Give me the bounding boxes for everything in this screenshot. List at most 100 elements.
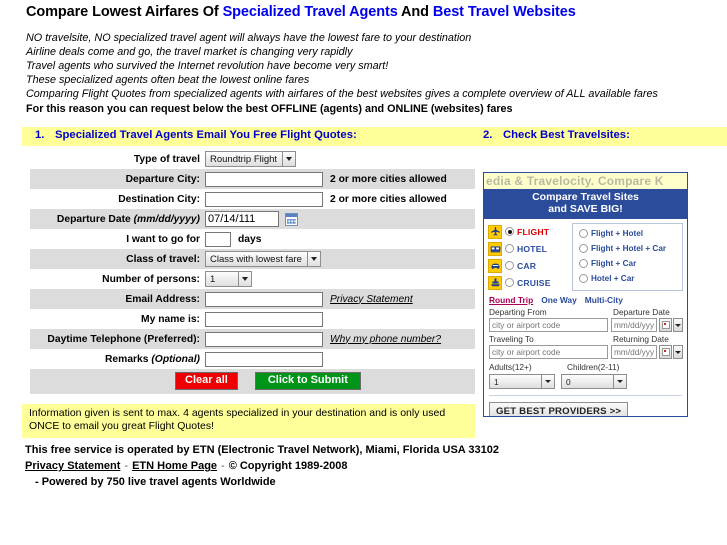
name-input[interactable] [205, 311, 323, 327]
label-go-for-days: I want to go for [126, 233, 200, 245]
class-of-travel-value: Class with lowest fare [205, 251, 307, 267]
label-departure-city: Departure City: [125, 173, 200, 185]
type-of-travel-select[interactable]: Roundtrip Flight [205, 151, 297, 167]
label-departure-date-format: (mm/dd/yyyy) [133, 213, 200, 225]
widget-type-cruise[interactable]: CRUISE [488, 274, 566, 291]
departure-city-input[interactable] [205, 171, 323, 187]
footer-privacy-statement-link[interactable]: Privacy Statement [25, 460, 120, 472]
form-row-email-address: Email Address: Privacy Statement [30, 289, 475, 309]
footer-powered-by: - Powered by 750 live travel agents Worl… [35, 476, 276, 488]
widget-radio-flight-car[interactable] [579, 259, 588, 268]
form-row-remarks: Remarks (Optional) [30, 349, 475, 369]
label-remarks-optional: (Optional) [151, 353, 200, 365]
widget-returning-date-input[interactable] [611, 345, 657, 359]
label-remarks: Remarks (Optional) [30, 354, 205, 365]
form-row-telephone: Daytime Telephone (Preferred): Why my ph… [30, 329, 475, 349]
label-departure-date-text: Departure Date [56, 213, 134, 225]
widget-marquee-text: edia & Travelocity. Compare K [486, 174, 664, 188]
get-best-providers-button[interactable]: GET BEST PROVIDERS >> [489, 402, 629, 416]
section-2-number: 2. [483, 129, 493, 141]
form-row-number-of-persons: Number of persons: 1 [30, 269, 475, 289]
quote-request-form: Type of travel Roundtrip Flight Departur… [30, 149, 475, 394]
widget-type-car-label: CAR [517, 260, 537, 271]
widget-radio-hotel-car[interactable] [579, 274, 588, 283]
intro-line: NO travelsite, NO specialized travel age… [26, 32, 472, 44]
widget-adults-select[interactable]: 1 [489, 374, 555, 389]
title-text-1: Compare Lowest Airfares Of [26, 4, 223, 20]
widget-children-select[interactable]: 0 [561, 374, 627, 389]
section-1-number: 1. [35, 129, 45, 141]
days-input[interactable] [205, 231, 231, 247]
widget-combo-hotel-car[interactable]: Hotel + Car [576, 271, 679, 286]
widget-returning-date-label: Returning Date [613, 334, 669, 344]
widget-departing-from-input[interactable] [489, 318, 608, 332]
widget-returning-calendar-icon[interactable] [659, 345, 672, 359]
widget-combo-flight-car-label: Flight + Car [591, 259, 637, 268]
destination-city-note: 2 or more cities allowed [330, 193, 447, 205]
widget-return-inputs [489, 345, 683, 359]
footer-home-page-link[interactable]: ETN Home Page [132, 460, 217, 472]
intro-line: Travel agents who survived the Internet … [26, 60, 389, 73]
intro-line: Airline deals come and go, the travel ma… [26, 46, 353, 59]
number-of-persons-select[interactable]: 1 [205, 271, 252, 287]
remarks-input[interactable] [205, 351, 323, 367]
section-header-2: 2. Check Best Travelsites: [483, 129, 630, 141]
widget-departure-calendar-icon[interactable] [659, 318, 672, 332]
calendar-icon[interactable] [285, 212, 298, 226]
section-1-label: Specialized Travel Agents Email You Free… [55, 129, 357, 141]
widget-trip-type-tabs: Round Trip One Way Multi-City [489, 295, 683, 305]
widget-combo-flight-hotel-car[interactable]: Flight + Hotel + Car [576, 241, 679, 256]
widget-traveling-to-input[interactable] [489, 345, 608, 359]
widget-passenger-labels: Adults(12+) Children(2-11) [489, 362, 683, 372]
widget-radio-cruise[interactable] [505, 278, 514, 287]
widget-radio-flight-hotel-car[interactable] [579, 244, 588, 253]
chevron-down-icon[interactable] [673, 318, 683, 332]
type-of-travel-value: Roundtrip Flight [205, 151, 283, 167]
page-root: Compare Lowest Airfares Of Specialized T… [0, 0, 727, 545]
widget-children-label: Children(2-11) [567, 362, 620, 372]
intro-line: Comparing Flight Quotes from specialized… [26, 88, 658, 101]
chevron-down-icon [238, 271, 252, 287]
footer-copyright: © Copyright 1989-2008 [228, 460, 348, 472]
widget-radio-flight[interactable] [505, 227, 514, 236]
email-input[interactable] [205, 291, 323, 307]
widget-departure-date-label: Departure Date [613, 307, 670, 317]
widget-combo-flight-hotel[interactable]: Flight + Hotel [576, 226, 679, 241]
widget-departing-from-label: Departing From [489, 307, 547, 317]
car-icon [488, 258, 502, 273]
widget-tab-round-trip[interactable]: Round Trip [489, 295, 533, 305]
widget-radio-flight-hotel[interactable] [579, 229, 588, 238]
telephone-input[interactable] [205, 331, 323, 347]
widget-departure-date-input[interactable] [611, 318, 657, 332]
widget-radio-car[interactable] [505, 261, 514, 270]
submit-button[interactable]: Click to Submit [254, 372, 361, 390]
form-row-my-name: My name is: [30, 309, 475, 329]
footer: This free service is operated by ETN (El… [25, 442, 625, 490]
widget-departure-labels: Departing From Departure Date [489, 307, 683, 317]
widget-combo-flight-car[interactable]: Flight + Car [576, 256, 679, 271]
privacy-statement-link[interactable]: Privacy Statement [330, 294, 413, 305]
widget-header-line1: Compare Travel Sites [532, 191, 639, 203]
widget-marquee: edia & Travelocity. Compare K [484, 173, 687, 189]
departure-city-note: 2 or more cities allowed [330, 173, 447, 185]
widget-type-car[interactable]: CAR [488, 257, 566, 274]
widget-type-hotel[interactable]: HOTEL [488, 240, 566, 257]
destination-city-input[interactable] [205, 191, 323, 207]
widget-adults-label: Adults(12+) [489, 362, 532, 372]
widget-tab-multi-city[interactable]: Multi-City [585, 295, 623, 305]
widget-type-cruise-label: CRUISE [517, 277, 551, 288]
widget-children-value: 0 [561, 374, 613, 389]
form-row-class-of-travel: Class of travel: Class with lowest fare [30, 249, 475, 269]
title-text-blue-1: Specialized Travel Agents [222, 4, 398, 20]
widget-type-flight[interactable]: FLIGHT [488, 223, 566, 240]
form-row-type-of-travel: Type of travel Roundtrip Flight [30, 149, 475, 169]
widget-tab-one-way[interactable]: One Way [541, 295, 577, 305]
departure-date-input[interactable] [205, 211, 279, 227]
class-of-travel-select[interactable]: Class with lowest fare [205, 251, 321, 267]
widget-combo-flight-hotel-car-label: Flight + Hotel + Car [591, 244, 667, 253]
clear-all-button[interactable]: Clear all [175, 372, 238, 390]
chevron-down-icon[interactable] [673, 345, 683, 359]
widget-radio-hotel[interactable] [505, 244, 514, 253]
why-phone-number-link[interactable]: Why my phone number? [330, 334, 441, 345]
travel-sites-widget: edia & Travelocity. Compare K Compare Tr… [483, 172, 688, 417]
